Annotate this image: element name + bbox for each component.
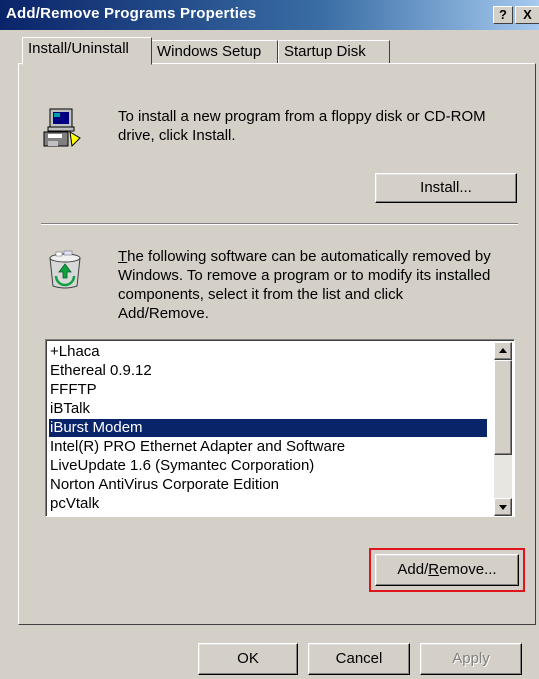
list-item[interactable]: Norton AntiVirus Corporate Edition	[50, 476, 279, 494]
list-item[interactable]: Intel(R) PRO Ethernet Adapter and Softwa…	[50, 438, 345, 456]
add-remove-button-label: Add/Remove...	[397, 561, 497, 578]
help-icon: ?	[499, 7, 507, 22]
help-button[interactable]: ?	[493, 6, 513, 24]
arrow-down-icon	[499, 505, 507, 510]
list-item[interactable]: LiveUpdate 1.6 (Symantec Corporation)	[50, 457, 314, 475]
tab-startup-disk[interactable]: Startup Disk	[278, 40, 390, 63]
list-item-selected[interactable]: iBurst Modem	[49, 419, 487, 437]
install-button[interactable]: Install...	[375, 173, 517, 203]
install-button-label: Install...	[420, 179, 472, 196]
apply-button-label: Apply	[452, 650, 490, 667]
apply-button[interactable]: Apply	[420, 643, 522, 675]
list-item[interactable]: iBTalk	[50, 400, 90, 418]
recycle-bin-icon	[46, 250, 84, 290]
mnemonic-t: T	[118, 248, 128, 265]
ok-button-label: OK	[237, 650, 259, 667]
remove-text-line3: components, select it from the list and …	[118, 286, 404, 303]
cancel-button-label: Cancel	[335, 650, 383, 667]
tab-windows-setup[interactable]: Windows Setup	[151, 40, 278, 63]
list-item[interactable]: Ethereal 0.9.12	[50, 362, 152, 380]
section-divider	[41, 223, 518, 225]
scroll-thumb[interactable]	[494, 360, 512, 455]
tab-startup-disk-label: Startup Disk	[284, 43, 366, 60]
window-title: Add/Remove Programs Properties	[6, 5, 257, 22]
list-item[interactable]: +Lhaca	[50, 343, 100, 361]
dialog-window: Add/Remove Programs Properties ? X Insta…	[0, 0, 539, 679]
remove-text-line1-rest: he following software can be automatical…	[127, 248, 491, 265]
tab-install-uninstall-label: Install/Uninstall	[28, 40, 129, 57]
list-scrollbar[interactable]	[494, 342, 512, 516]
close-button[interactable]: X	[515, 6, 539, 24]
tab-windows-setup-label: Windows Setup	[157, 43, 262, 60]
remove-instructions: The following software can be automatica…	[118, 247, 523, 323]
list-item[interactable]: FFFTP	[50, 381, 97, 399]
remove-text-line4: Add/Remove.	[118, 305, 209, 322]
cancel-button[interactable]: Cancel	[308, 643, 410, 675]
add-remove-button[interactable]: Add/Remove...	[375, 554, 519, 586]
install-instructions: To install a new program from a floppy d…	[118, 107, 523, 145]
scroll-down-button[interactable]	[494, 498, 512, 516]
install-text-line2: drive, click Install.	[118, 127, 236, 144]
install-text-line1: To install a new program from a floppy d…	[118, 108, 486, 125]
title-bar[interactable]: Add/Remove Programs Properties ? X	[0, 0, 539, 30]
remove-text-line1: The following software can be automatica…	[118, 247, 523, 266]
scroll-up-button[interactable]	[494, 342, 512, 360]
arrow-up-icon	[499, 348, 507, 353]
tab-install-uninstall[interactable]: Install/Uninstall	[22, 37, 152, 65]
list-item[interactable]: pcVtalk	[50, 495, 99, 513]
floppy-computer-icon	[42, 108, 82, 150]
close-icon: X	[523, 7, 532, 22]
program-list[interactable]: +Lhaca Ethereal 0.9.12 FFFTP iBTalk iBur…	[45, 339, 515, 517]
remove-text-line2: Windows. To remove a program or to modif…	[118, 267, 491, 284]
ok-button[interactable]: OK	[198, 643, 298, 675]
